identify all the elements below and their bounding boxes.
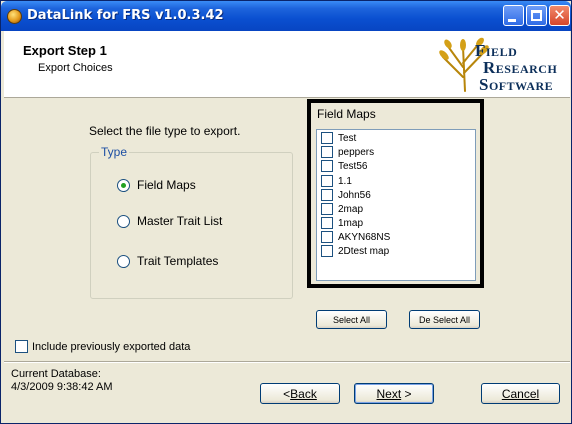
checkbox[interactable] [321, 160, 333, 172]
app-icon [7, 9, 22, 24]
radio-button[interactable] [117, 178, 130, 192]
footer-divider [4, 361, 570, 363]
export-prompt: Select the file type to export. [89, 124, 241, 138]
list-item[interactable]: Test56 [321, 160, 367, 172]
radio-field-maps[interactable]: Field Maps [117, 177, 196, 193]
window-title: DataLink for FRS v1.0.3.42 [27, 8, 224, 23]
minimize-icon [508, 19, 516, 22]
list-item[interactable]: 1.1 [321, 175, 352, 187]
checkbox[interactable] [321, 231, 333, 243]
step-title: Export Step 1 [23, 43, 107, 58]
checkbox[interactable] [321, 189, 333, 201]
deselect-all-button[interactable]: De Select All [409, 310, 480, 329]
field-maps-title: Field Maps [317, 107, 376, 121]
include-previous-label: Include previously exported data [32, 340, 191, 353]
close-button[interactable]: ✕ [549, 5, 570, 26]
close-icon: ✕ [553, 6, 566, 24]
type-group-label: Type [99, 145, 130, 159]
field-maps-panel: Field Maps Test peppers Test56 1.1 John5… [307, 99, 484, 288]
radio-master-trait-list[interactable]: Master Trait List [117, 213, 222, 229]
maximize-icon [531, 10, 542, 21]
radio-button[interactable] [117, 214, 130, 228]
step-subtitle: Export Choices [38, 62, 113, 74]
list-item[interactable]: peppers [321, 146, 374, 158]
radio-label: Trait Templates [137, 254, 219, 268]
title-bar[interactable]: DataLink for FRS v1.0.3.42 ✕ [1, 1, 571, 31]
current-database-label: Current Database: [11, 368, 101, 380]
checkbox[interactable] [321, 245, 333, 257]
radio-trait-templates[interactable]: Trait Templates [117, 253, 218, 269]
checkbox[interactable] [321, 146, 333, 158]
frs-logo: FIELD RESEARCH SOFTWARE [437, 37, 565, 93]
maximize-button[interactable] [526, 5, 547, 26]
current-database-value: 4/3/2009 9:38:42 AM [11, 381, 113, 393]
list-item[interactable]: Test [321, 132, 356, 144]
radio-label: Master Trait List [137, 214, 223, 228]
list-item[interactable]: John56 [321, 189, 371, 201]
include-previous-row[interactable]: Include previously exported data [15, 340, 190, 353]
radio-button[interactable] [117, 254, 130, 268]
list-item[interactable]: 2map [321, 203, 363, 215]
checkbox[interactable] [321, 175, 333, 187]
logo-text: FIELD RESEARCH SOFTWARE [475, 41, 558, 94]
cancel-button[interactable]: Cancel [481, 383, 560, 404]
export-dialog-window: DataLink for FRS v1.0.3.42 ✕ Export Step… [0, 0, 572, 424]
checkbox[interactable] [321, 203, 333, 215]
list-item[interactable]: AKYN68NS [321, 231, 390, 243]
field-maps-list[interactable]: Test peppers Test56 1.1 John56 2map 1map… [316, 129, 476, 281]
list-item[interactable]: 2Dtest map [321, 245, 389, 257]
include-previous-checkbox[interactable] [15, 340, 28, 353]
select-all-button[interactable]: Select All [316, 310, 387, 329]
radio-label: Field Maps [137, 178, 196, 192]
back-button[interactable]: < Back [260, 383, 340, 404]
list-item[interactable]: 1map [321, 217, 363, 229]
next-button[interactable]: Next > [354, 383, 434, 404]
checkbox[interactable] [321, 217, 333, 229]
wizard-header: Export Step 1 Export Choices FIELD RESEA… [4, 31, 570, 98]
minimize-button[interactable] [503, 5, 524, 26]
checkbox[interactable] [321, 132, 333, 144]
